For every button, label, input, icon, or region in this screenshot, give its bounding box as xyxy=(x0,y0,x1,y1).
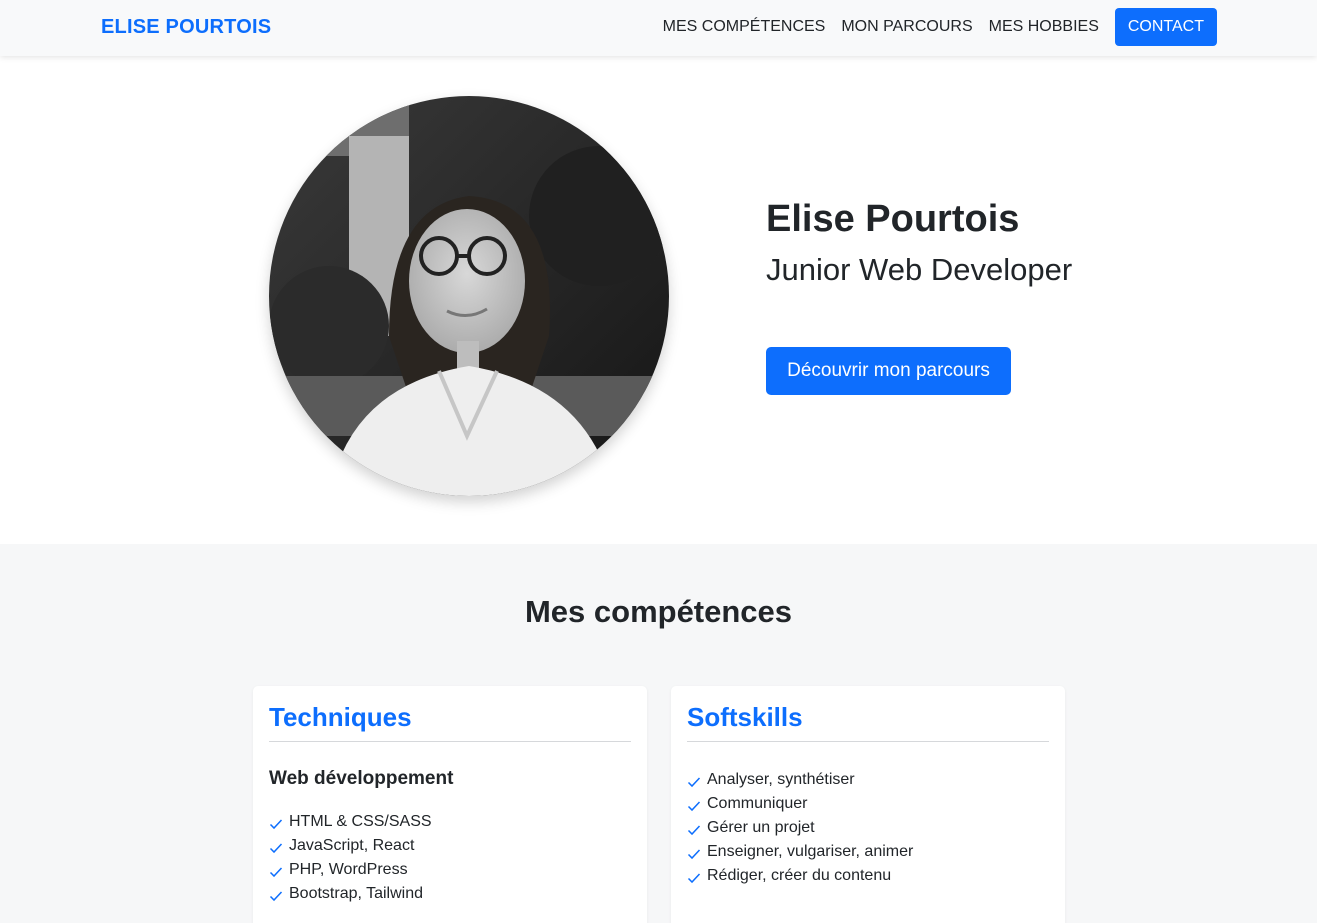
check-icon xyxy=(687,773,701,788)
list-item: HTML & CSS/SASS xyxy=(269,810,631,834)
list-item: Bootstrap, Tailwind xyxy=(269,882,631,906)
techniques-card-title: Techniques xyxy=(269,702,631,742)
list-item-label: Analyser, synthétiser xyxy=(707,771,855,788)
brand-logo-link[interactable]: ELISE POURTOIS xyxy=(101,16,271,39)
list-item: Rédiger, créer du contenu xyxy=(687,864,1049,888)
list-item: Analyser, synthétiser xyxy=(687,768,1049,792)
check-icon xyxy=(269,815,283,830)
list-item-label: Enseigner, vulgariser, animer xyxy=(707,843,914,860)
techniques-card: Techniques Web développement HTML & CSS/… xyxy=(253,686,647,923)
portrait-image xyxy=(269,96,669,496)
hero-section: Elise Pourtois Junior Web Developer Déco… xyxy=(0,56,1317,544)
list-item: Enseigner, vulgariser, animer xyxy=(687,840,1049,864)
check-icon xyxy=(687,797,701,812)
skills-title: Mes compétences xyxy=(524,594,793,629)
hero-name: Elise Pourtois xyxy=(766,198,1020,240)
check-icon xyxy=(269,839,283,854)
check-icon xyxy=(687,845,701,860)
list-item-label: Bootstrap, Tailwind xyxy=(289,885,423,902)
web-dev-subtitle: Web développement xyxy=(269,768,454,789)
check-icon xyxy=(687,821,701,836)
profile-photo xyxy=(269,96,669,496)
list-item: JavaScript, React xyxy=(269,834,631,858)
techniques-list: HTML & CSS/SASS JavaScript, React PHP, W… xyxy=(269,810,631,906)
list-item: Communiquer xyxy=(687,792,1049,816)
discover-parcours-button[interactable]: Découvrir mon parcours xyxy=(766,347,1011,395)
list-item: PHP, WordPress xyxy=(269,858,631,882)
check-icon xyxy=(269,887,283,902)
check-icon xyxy=(687,869,701,884)
check-icon xyxy=(269,863,283,878)
list-item-label: PHP, WordPress xyxy=(289,861,408,878)
list-item-label: JavaScript, React xyxy=(289,837,415,854)
list-item-label: Communiquer xyxy=(707,795,808,812)
list-item-label: Gérer un projet xyxy=(707,819,815,836)
nav-link-parcours[interactable]: MON PARCOURS xyxy=(841,8,972,46)
nav-links: MES COMPÉTENCES MON PARCOURS MES HOBBIES… xyxy=(647,8,1217,46)
softskills-card-title: Softskills xyxy=(687,702,1049,742)
hero-role: Junior Web Developer xyxy=(766,252,1073,287)
list-item: Gérer un projet xyxy=(687,816,1049,840)
softskills-card: Softskills Analyser, synthétiser Communi… xyxy=(671,686,1065,923)
skills-section: Mes compétences Techniques Web développe… xyxy=(0,544,1317,923)
list-item-label: HTML & CSS/SASS xyxy=(289,813,432,830)
top-navbar: ELISE POURTOIS MES COMPÉTENCES MON PARCO… xyxy=(0,0,1317,56)
softskills-list: Analyser, synthétiser Communiquer Gérer … xyxy=(687,768,1049,888)
nav-link-competences[interactable]: MES COMPÉTENCES xyxy=(663,8,826,46)
contact-button[interactable]: CONTACT xyxy=(1114,8,1217,46)
nav-link-hobbies[interactable]: MES HOBBIES xyxy=(989,8,1099,46)
list-item-label: Rédiger, créer du contenu xyxy=(707,867,892,884)
